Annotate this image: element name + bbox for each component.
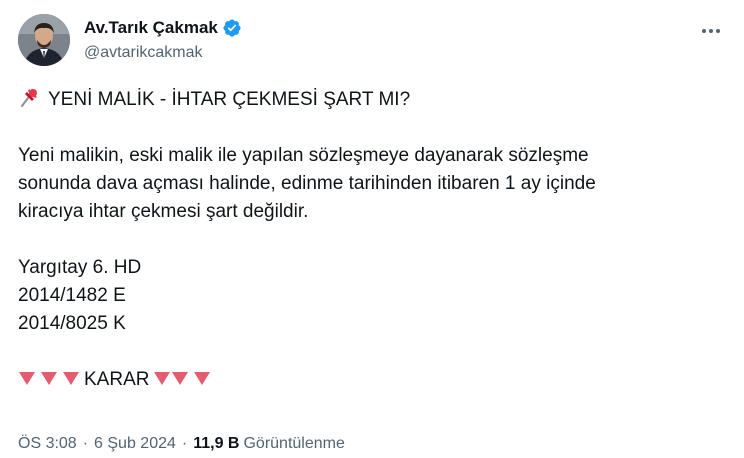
verified-badge-icon[interactable] xyxy=(222,18,242,38)
author-names: Av.Tarık Çakmak @avtarikcakmak xyxy=(84,16,242,62)
red-triangle-down-icon xyxy=(18,367,36,385)
paragraph-line: sonunda dava açması halinde, edinme tari… xyxy=(18,173,596,194)
views-label: Görüntülenme xyxy=(243,435,345,452)
tweet-title: YENİ MALİK - İHTAR ÇEKMESİ ŞART MI? xyxy=(48,89,411,110)
paragraph-line: Yeni malikin, eski malik ile yapılan söz… xyxy=(18,145,589,166)
red-triangle-down-icon xyxy=(171,367,189,385)
views-count[interactable]: 11,9 B xyxy=(193,435,239,453)
tweet-time[interactable]: ÖS 3:08 xyxy=(18,435,77,453)
decision-label: KARAR xyxy=(84,369,150,390)
name-row: Av.Tarık Çakmak xyxy=(84,16,242,40)
tweet-title-line: YENİ MALİK - İHTAR ÇEKMESİ ŞART MI? xyxy=(18,86,726,114)
tweet-meta: ÖS 3:08 · 6 Şub 2024 · 11,9 B Görüntülen… xyxy=(18,434,726,454)
red-triangle-down-icon xyxy=(193,367,211,385)
reference-line: 2014/1482 E xyxy=(18,285,126,306)
avatar-photo xyxy=(18,14,70,66)
separator-dot: · xyxy=(82,435,89,452)
decision-line: KARAR xyxy=(18,366,726,394)
paragraph-line: kiracıya ihtar çekmesi şart değildir. xyxy=(18,201,309,222)
reference-line: 2014/8025 K xyxy=(18,313,126,334)
more-options-icon[interactable] xyxy=(696,20,726,42)
tweet-header: Av.Tarık Çakmak @avtarikcakmak xyxy=(18,14,726,66)
reference-line: Yargıtay 6. HD xyxy=(18,257,142,278)
avatar[interactable] xyxy=(18,14,70,66)
tweet-text: YENİ MALİK - İHTAR ÇEKMESİ ŞART MI? Yeni… xyxy=(18,86,726,394)
tweet-date[interactable]: 6 Şub 2024 xyxy=(94,435,176,453)
red-triangle-down-icon xyxy=(40,367,58,385)
display-name[interactable]: Av.Tarık Çakmak xyxy=(84,18,218,38)
red-triangle-down-icon xyxy=(153,367,171,385)
red-triangle-down-icon xyxy=(62,367,80,385)
separator-dot: · xyxy=(181,435,188,452)
pushpin-icon xyxy=(18,86,40,108)
author-handle[interactable]: @avtarikcakmak xyxy=(84,44,242,62)
tweet: Av.Tarık Çakmak @avtarikcakmak YENİ MALİ… xyxy=(0,0,744,458)
